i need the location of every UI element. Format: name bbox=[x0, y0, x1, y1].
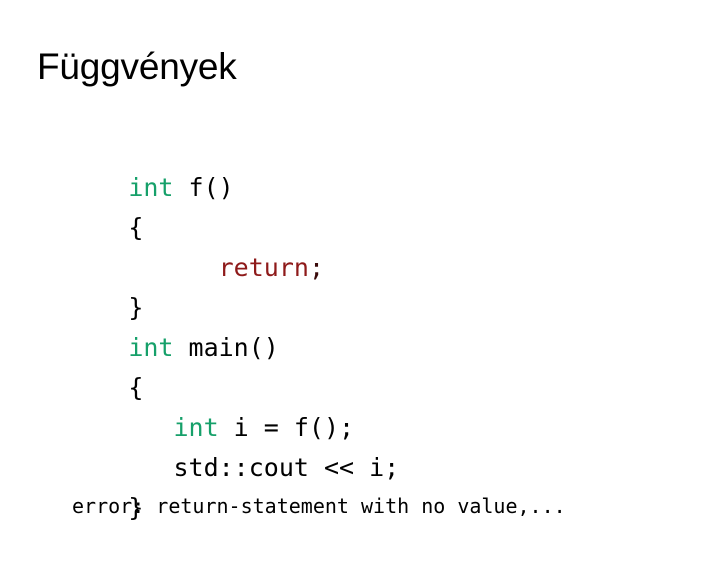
code-text: f() bbox=[173, 173, 234, 202]
slide: Függvények int f() { return; } int main(… bbox=[0, 0, 720, 540]
code-keyword: return bbox=[218, 253, 309, 282]
code-text: ; bbox=[308, 253, 324, 282]
code-keyword: int bbox=[128, 333, 174, 362]
code-line: int f() bbox=[38, 128, 698, 202]
code-text: { bbox=[128, 213, 144, 242]
code-block: int f() { return; } int main() { int i =… bbox=[38, 128, 698, 522]
code-text: i = f(); bbox=[218, 413, 355, 442]
code-text: } bbox=[128, 293, 144, 322]
code-keyword: int bbox=[173, 413, 219, 442]
code-text: main() bbox=[173, 333, 279, 362]
code-keyword: int bbox=[128, 173, 174, 202]
compiler-error-message: error: return-statement with no value,..… bbox=[72, 494, 566, 518]
code-text: { bbox=[128, 373, 144, 402]
code-text: std::cout << i; bbox=[173, 453, 400, 482]
page-title: Függvények bbox=[37, 46, 237, 87]
